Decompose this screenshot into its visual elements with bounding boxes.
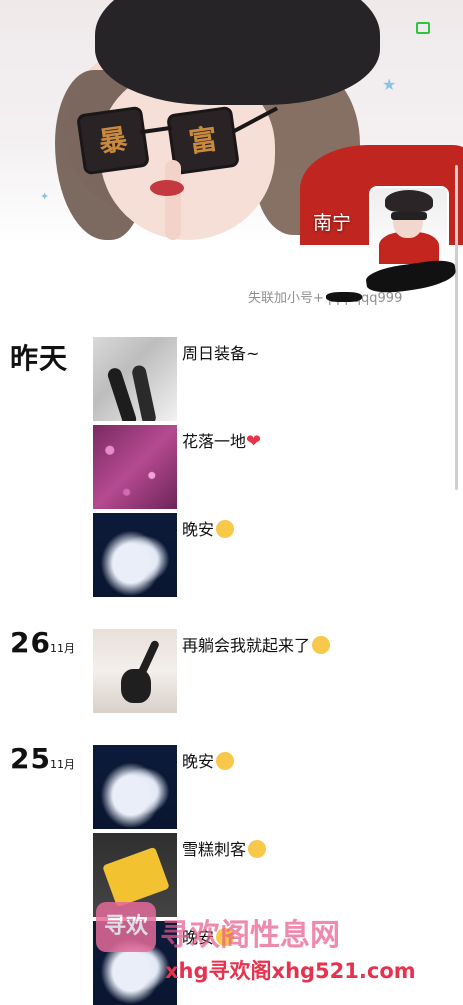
post-caption[interactable]: 周日装备~: [182, 340, 259, 364]
post-thumbnail[interactable]: [93, 337, 177, 421]
avatar-glasses: [391, 212, 427, 220]
post-thumbnail[interactable]: [93, 629, 177, 713]
glasses-left-text: 暴: [96, 122, 130, 159]
redaction-scribble: [326, 292, 362, 302]
wink-emoji-icon: [312, 636, 331, 654]
lips: [150, 180, 184, 196]
post-caption[interactable]: 雪糕刺客: [182, 836, 267, 860]
laugh-emoji-icon: [248, 840, 267, 858]
sleepy-emoji-icon: [216, 520, 235, 538]
date-month: 11月: [50, 642, 75, 655]
beret-hat: [95, 0, 380, 105]
post-caption[interactable]: 花落一地❤: [182, 428, 261, 452]
post-caption[interactable]: 晚安: [182, 516, 235, 540]
glasses-lens-left: 暴: [76, 105, 150, 176]
post-caption[interactable]: 再躺会我就起来了: [182, 632, 331, 656]
sleepy-emoji-icon: [216, 752, 235, 770]
avatar[interactable]: [371, 188, 447, 264]
battery-icon: [416, 22, 430, 37]
post-thumbnail[interactable]: [93, 745, 177, 829]
date-month: 11月: [50, 758, 75, 771]
post-thumbnail[interactable]: [93, 425, 177, 509]
watermark-text: 寻欢阁性息网: [160, 918, 340, 953]
date-day: 25: [10, 742, 51, 775]
username: 南宁: [313, 212, 352, 234]
date-day: 26: [10, 626, 51, 659]
watermark-url: xhg寻欢阁xhg521.com: [165, 959, 416, 983]
star-icon: ✦: [40, 190, 50, 203]
post-caption[interactable]: 晚安: [182, 748, 235, 772]
finger: [165, 160, 181, 240]
watermark-logo: 寻欢: [96, 902, 156, 952]
heart-icon: ❤: [246, 431, 262, 452]
post-thumbnail[interactable]: [93, 513, 177, 597]
date-day: 昨天: [10, 342, 69, 375]
avatar-hat: [385, 190, 433, 212]
star-icon: ★: [382, 75, 397, 94]
scrollbar[interactable]: [455, 165, 458, 490]
